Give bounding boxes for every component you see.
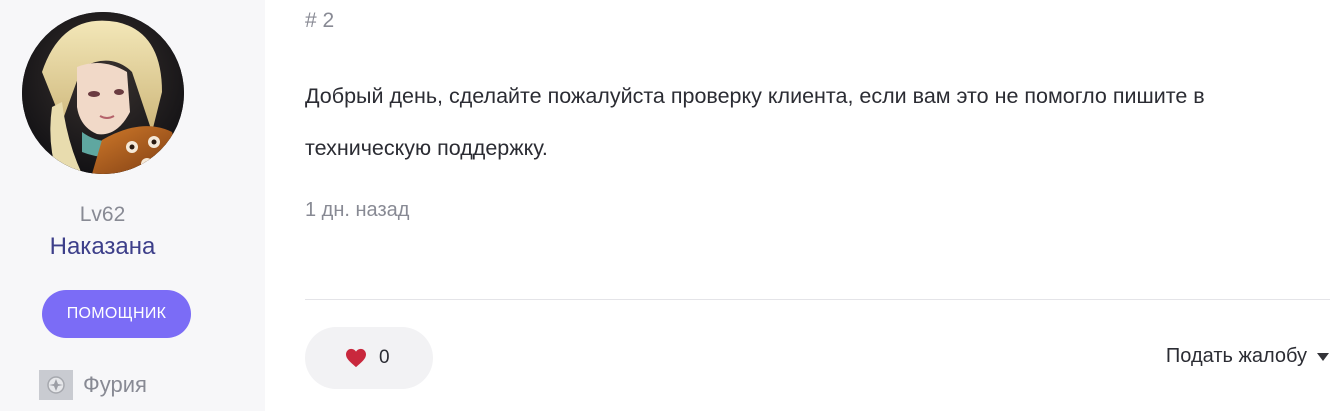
class-emblem-icon [39, 370, 73, 400]
author-class: Фурия [39, 370, 147, 400]
avatar[interactable] [22, 12, 184, 174]
heart-icon [346, 348, 366, 368]
like-count: 0 [379, 347, 390, 368]
class-label: Фурия [83, 372, 147, 397]
post-timestamp: 1 дн. назад [305, 199, 410, 221]
divider [305, 299, 1330, 300]
post-body: Добрый день, сделайте пожалуйста проверк… [305, 84, 1205, 160]
author-status[interactable]: Наказана [0, 233, 205, 261]
report-button[interactable]: Подать жалобу [1166, 345, 1329, 368]
author-sidebar: Lv62 Наказана ПОМОЩНИК Фурия [0, 0, 265, 411]
author-level: Lv62 [79, 203, 126, 226]
like-button[interactable]: 0 [305, 327, 433, 389]
caret-down-icon [1317, 352, 1329, 361]
role-badge: ПОМОЩНИК [42, 290, 191, 338]
report-label: Подать жалобу [1165, 345, 1307, 367]
post-number: # 2 [305, 9, 335, 32]
avatar-portrait-icon [22, 12, 184, 174]
